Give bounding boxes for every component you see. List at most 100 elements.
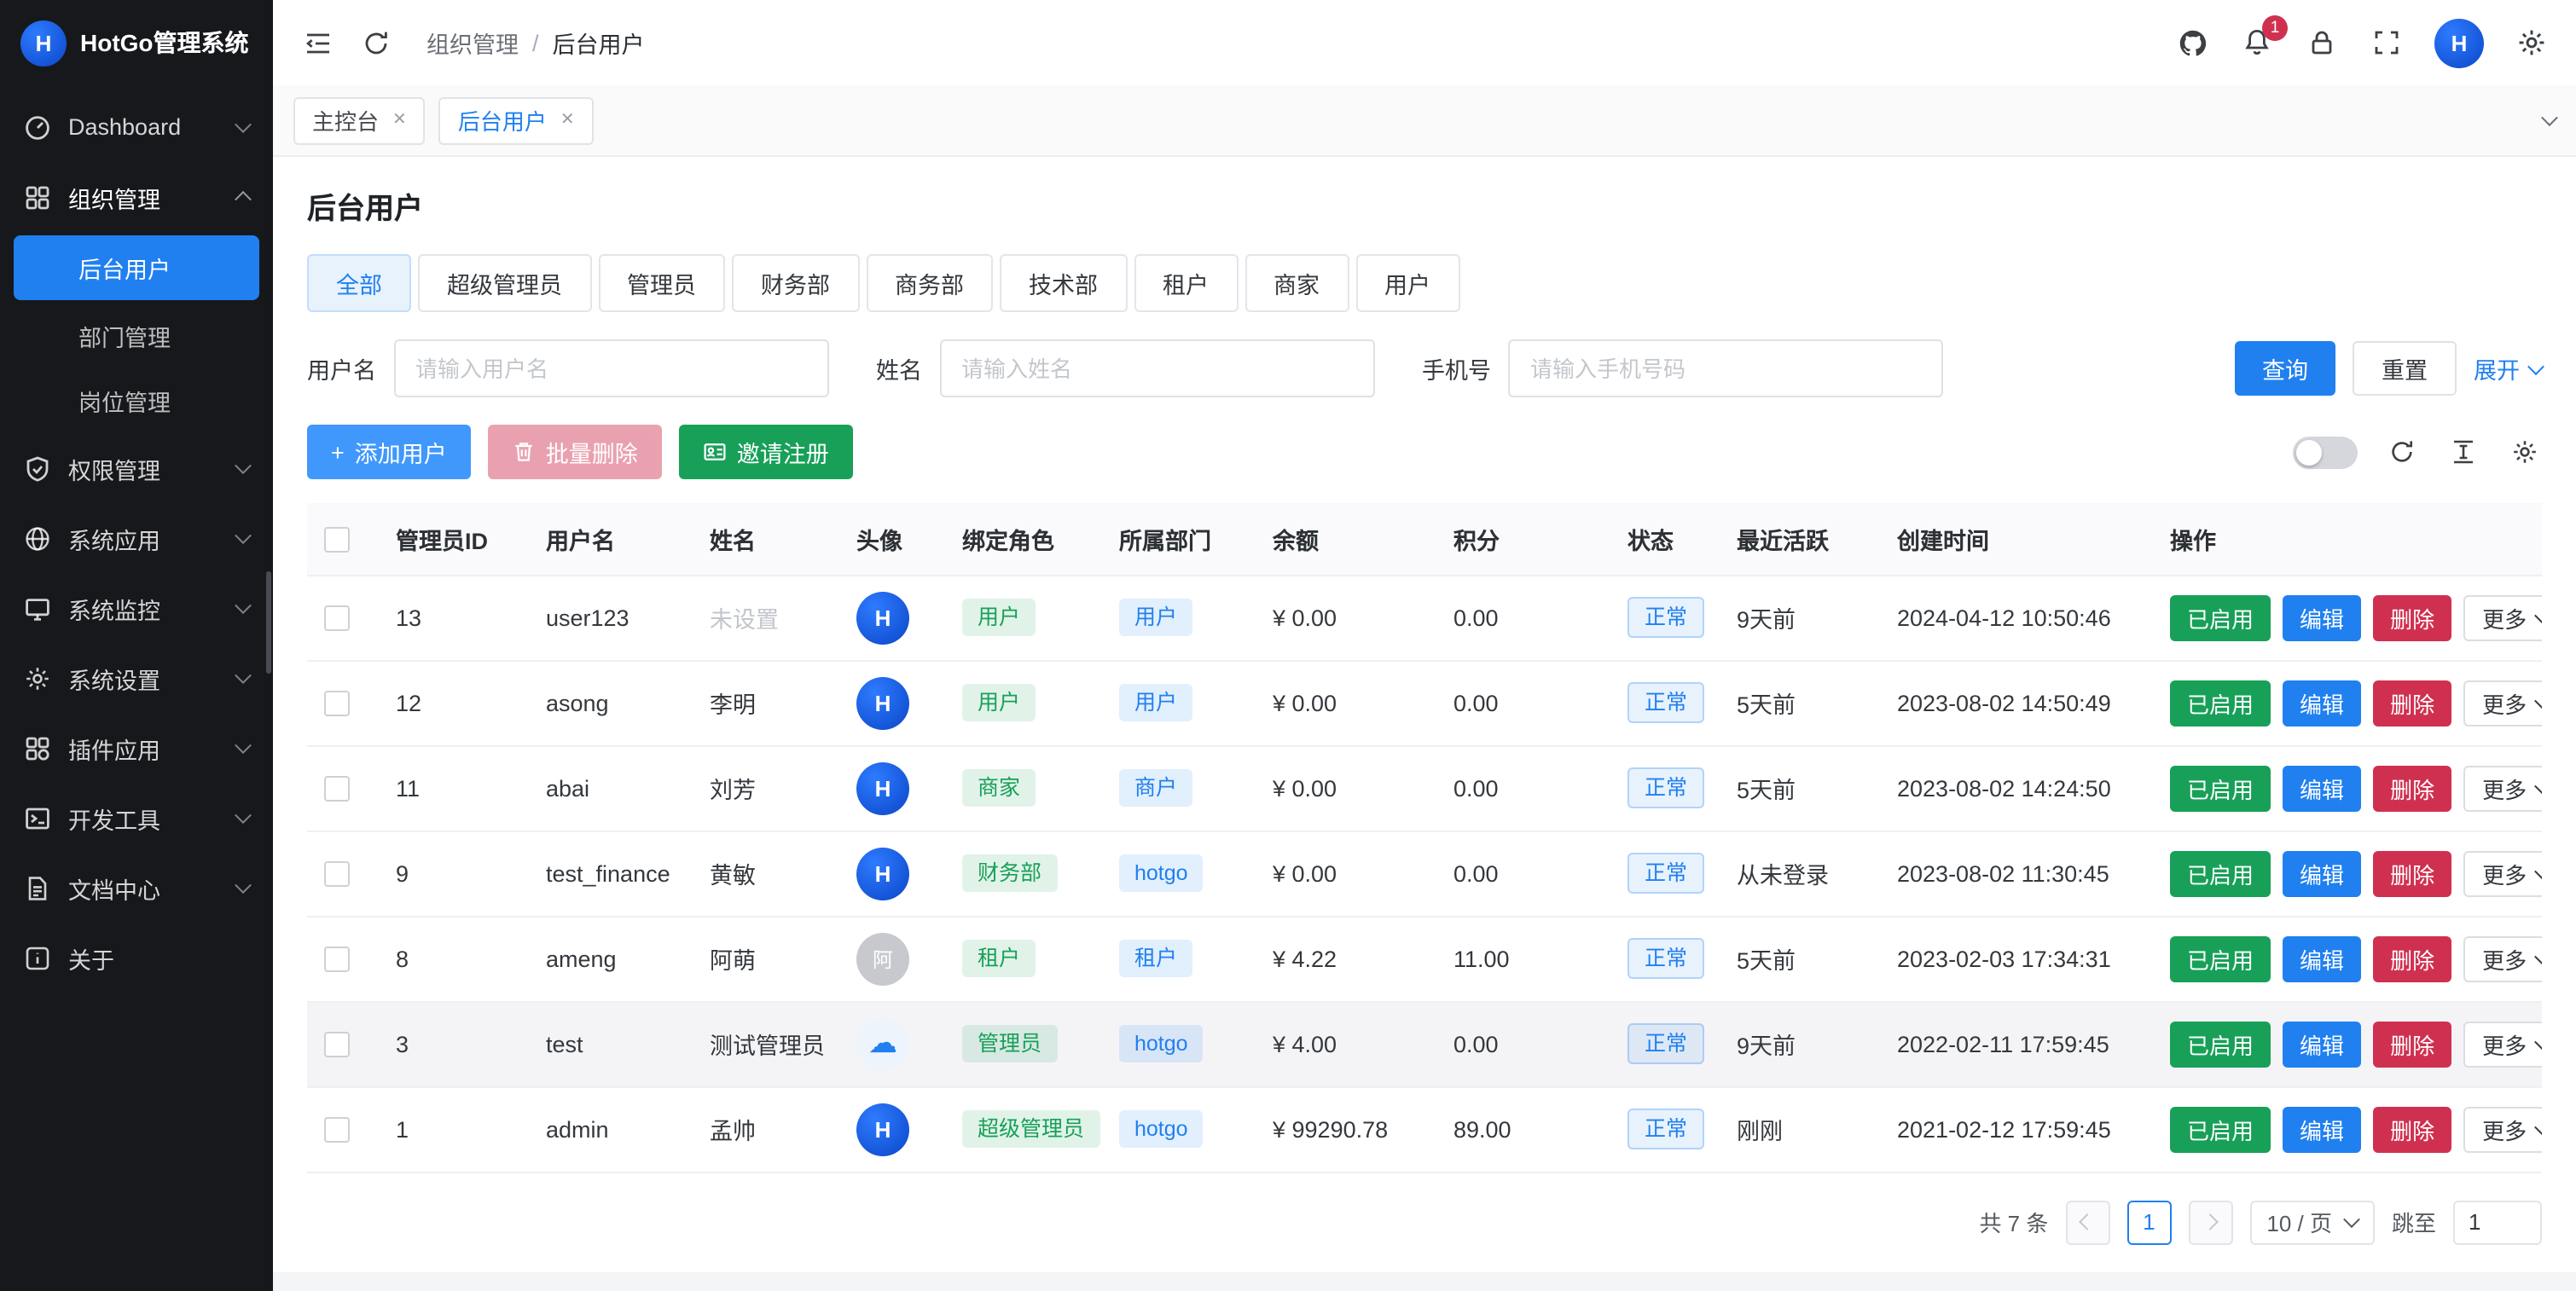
enabled-button[interactable]: 已启用 — [2170, 850, 2271, 896]
delete-button[interactable]: 删除 — [2373, 765, 2451, 811]
enabled-button[interactable]: 已启用 — [2170, 765, 2271, 811]
sidebar-scrollbar[interactable] — [266, 571, 271, 674]
sidebar-subitem-backend-users[interactable]: 后台用户 — [14, 235, 259, 300]
enabled-button[interactable]: 已启用 — [2170, 1106, 2271, 1152]
more-button[interactable]: 更多 — [2463, 1021, 2542, 1067]
col-dept: 所属部门 — [1102, 503, 1256, 575]
avatar[interactable]: H — [856, 1103, 909, 1155]
filter-tab-user[interactable]: 用户 — [1355, 254, 1459, 312]
more-button[interactable]: 更多 — [2463, 850, 2542, 896]
more-button[interactable]: 更多 — [2463, 680, 2542, 726]
sidebar-item-system-monitor[interactable]: 系统监控 — [0, 573, 273, 643]
sidebar-item-dashboard[interactable]: Dashboard — [0, 92, 273, 162]
name-input[interactable] — [939, 339, 1374, 397]
fullscreen-icon[interactable] — [2370, 26, 2404, 60]
delete-button[interactable]: 删除 — [2373, 935, 2451, 981]
sidebar-item-docs[interactable]: 文档中心 — [0, 853, 273, 923]
filter-tab-tenant[interactable]: 租户 — [1134, 254, 1238, 312]
close-icon[interactable]: ✕ — [392, 111, 407, 130]
sidebar-item-system-apps[interactable]: 系统应用 — [0, 503, 273, 573]
avatar[interactable]: H — [856, 591, 909, 644]
avatar[interactable]: ☁ — [856, 1017, 909, 1070]
row-checkbox[interactable] — [324, 691, 350, 716]
table-refresh-icon[interactable] — [2385, 435, 2419, 469]
next-page-button[interactable] — [2188, 1200, 2232, 1244]
cell-balance: ¥ 0.00 — [1256, 575, 1436, 660]
select-all-checkbox[interactable] — [324, 526, 350, 552]
jump-page-input[interactable] — [2453, 1200, 2542, 1244]
avatar[interactable]: H — [856, 847, 909, 900]
edit-button[interactable]: 编辑 — [2283, 1106, 2361, 1152]
close-icon[interactable]: ✕ — [560, 111, 575, 130]
delete-button[interactable]: 删除 — [2373, 850, 2451, 896]
sidebar-item-permissions[interactable]: 权限管理 — [0, 433, 273, 503]
edit-button[interactable]: 编辑 — [2283, 850, 2361, 896]
delete-button[interactable]: 删除 — [2373, 594, 2451, 640]
enabled-button[interactable]: 已启用 — [2170, 935, 2271, 981]
menu-fold-icon[interactable] — [300, 26, 334, 60]
reset-button[interactable]: 重置 — [2353, 341, 2457, 396]
breadcrumb-parent[interactable]: 组织管理 — [426, 26, 519, 60]
striped-toggle[interactable] — [2293, 436, 2358, 468]
lock-icon[interactable] — [2305, 26, 2339, 60]
sidebar-item-dev-tools[interactable]: 开发工具 — [0, 783, 273, 853]
page-size-select[interactable]: 10 / 页 — [2249, 1200, 2375, 1244]
row-checkbox[interactable] — [324, 776, 350, 802]
filter-tab-admin[interactable]: 管理员 — [598, 254, 725, 312]
more-button[interactable]: 更多 — [2463, 935, 2542, 981]
sidebar-item-org[interactable]: 组织管理 — [0, 162, 273, 232]
column-settings-icon[interactable] — [2508, 435, 2542, 469]
avatar[interactable]: H — [856, 761, 909, 814]
sidebar-item-system-settings[interactable]: 系统设置 — [0, 643, 273, 713]
filter-tab-business[interactable]: 商务部 — [866, 254, 993, 312]
expand-button[interactable]: 展开 — [2474, 351, 2542, 385]
filter-tab-all[interactable]: 全部 — [307, 254, 411, 312]
delete-button[interactable]: 删除 — [2373, 1021, 2451, 1067]
filter-tab-finance[interactable]: 财务部 — [732, 254, 859, 312]
row-density-icon[interactable] — [2446, 435, 2480, 469]
sidebar-subitem-departments[interactable]: 部门管理 — [0, 304, 273, 368]
enabled-button[interactable]: 已启用 — [2170, 1021, 2271, 1067]
delete-button[interactable]: 删除 — [2373, 680, 2451, 726]
tab-options-button[interactable] — [2544, 114, 2556, 126]
delete-button[interactable]: 删除 — [2373, 1106, 2451, 1152]
edit-button[interactable]: 编辑 — [2283, 680, 2361, 726]
more-button[interactable]: 更多 — [2463, 765, 2542, 811]
page-number-button[interactable]: 1 — [2126, 1200, 2171, 1244]
enabled-button[interactable]: 已启用 — [2170, 594, 2271, 640]
phone-input[interactable] — [1508, 339, 1943, 397]
enabled-button[interactable]: 已启用 — [2170, 680, 2271, 726]
tab-dashboard[interactable]: 主控台 ✕ — [293, 96, 426, 144]
username-input[interactable] — [393, 339, 828, 397]
filter-tab-merchant[interactable]: 商家 — [1244, 254, 1349, 312]
filter-tab-super-admin[interactable]: 超级管理员 — [418, 254, 591, 312]
row-checkbox[interactable] — [324, 1032, 350, 1057]
more-button[interactable]: 更多 — [2463, 1106, 2542, 1152]
search-button[interactable]: 查询 — [2235, 341, 2335, 396]
user-avatar[interactable]: H — [2434, 18, 2484, 67]
filter-tab-tech[interactable]: 技术部 — [1000, 254, 1127, 312]
row-checkbox[interactable] — [324, 947, 350, 972]
avatar[interactable]: 阿 — [856, 932, 909, 985]
refresh-icon[interactable] — [358, 26, 392, 60]
settings-gear-icon[interactable] — [2515, 26, 2549, 60]
prev-page-button[interactable] — [2065, 1200, 2109, 1244]
add-user-button[interactable]: + 添加用户 — [307, 425, 471, 479]
tab-backend-users[interactable]: 后台用户 ✕ — [439, 96, 594, 144]
bell-icon[interactable]: 1 — [2240, 26, 2274, 60]
edit-button[interactable]: 编辑 — [2283, 1021, 2361, 1067]
sidebar-item-plugins[interactable]: 插件应用 — [0, 713, 273, 783]
row-checkbox[interactable] — [324, 605, 350, 631]
more-button[interactable]: 更多 — [2463, 594, 2542, 640]
invite-register-button[interactable]: 邀请注册 — [679, 425, 853, 479]
row-checkbox[interactable] — [324, 1117, 350, 1143]
edit-button[interactable]: 编辑 — [2283, 765, 2361, 811]
avatar[interactable]: H — [856, 676, 909, 729]
sidebar-item-about[interactable]: 关于 — [0, 923, 273, 993]
github-icon[interactable] — [2175, 26, 2209, 60]
edit-button[interactable]: 编辑 — [2283, 594, 2361, 640]
batch-delete-button[interactable]: 批量删除 — [488, 425, 662, 479]
edit-button[interactable]: 编辑 — [2283, 935, 2361, 981]
sidebar-subitem-positions[interactable]: 岗位管理 — [0, 368, 273, 433]
row-checkbox[interactable] — [324, 861, 350, 887]
